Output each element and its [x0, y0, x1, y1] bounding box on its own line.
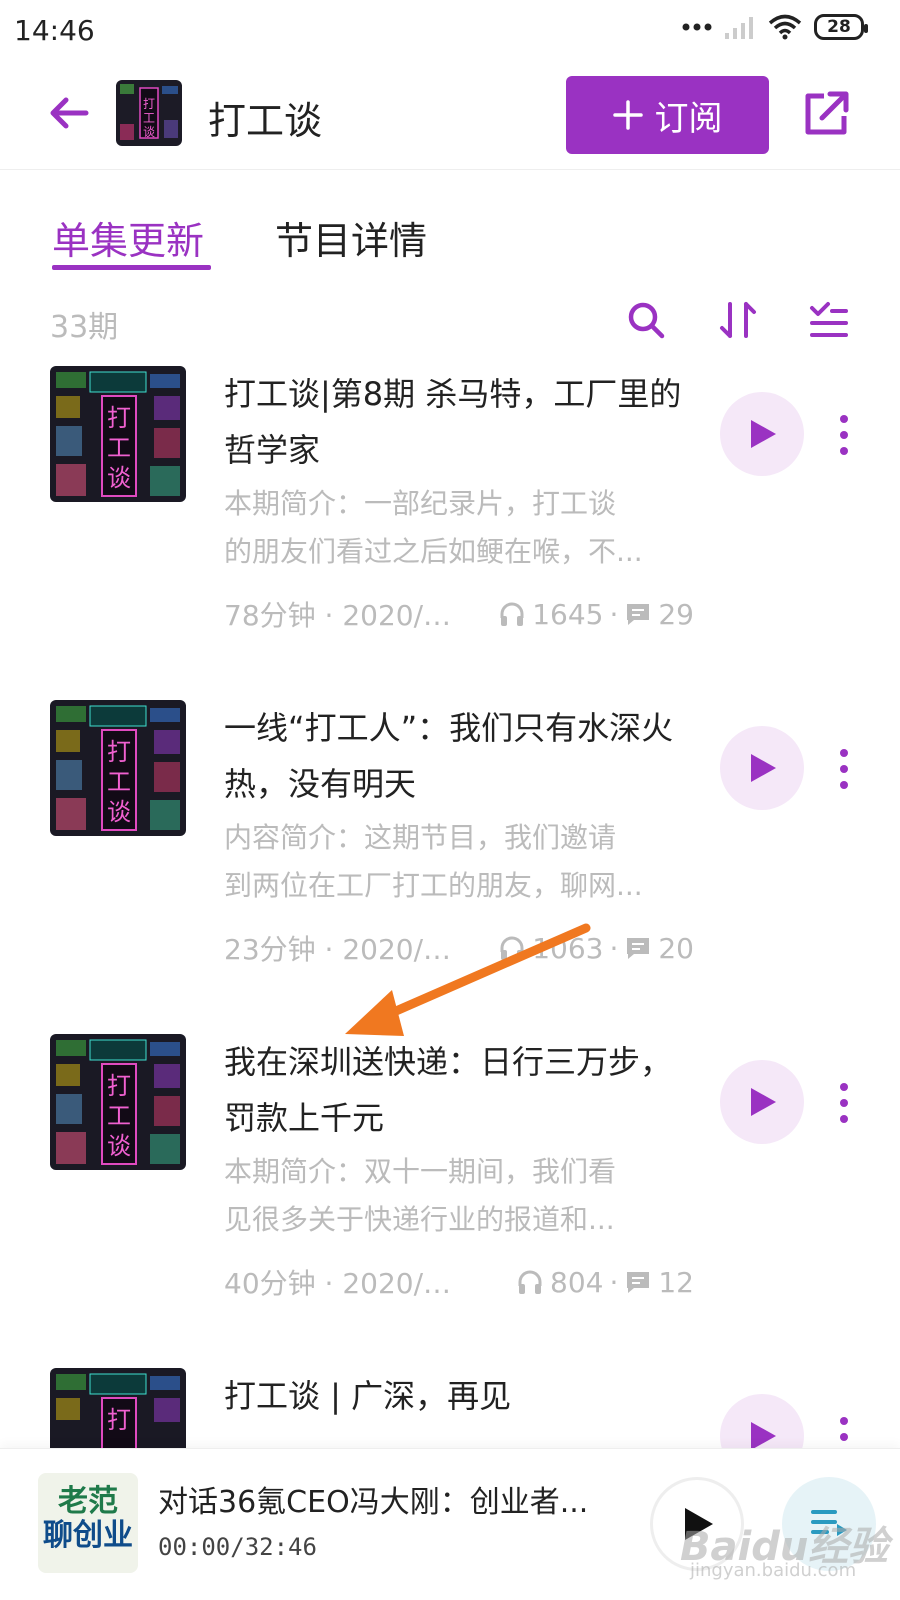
status-icons: 28: [682, 14, 868, 40]
episode-cover: 打 工 谈: [50, 366, 186, 502]
cover-char: 打: [107, 1406, 131, 1434]
episode-description-line: 本期简介：一部纪录片，打工谈: [224, 487, 617, 520]
more-options-icon[interactable]: [834, 744, 854, 794]
episode-item[interactable]: 打 工 谈 我在深圳送快递：日行三万步，罚款上千元 本期简介：双十一期间，我们看…: [0, 1034, 900, 1374]
play-icon: [751, 754, 776, 782]
episode-description: 本期简介：一部纪录片，打工谈 的朋友们看过之后如鲠在喉，不...: [224, 480, 694, 576]
cover-line-1: 老范: [58, 1484, 118, 1519]
player-title: 对话36氪CEO冯大刚：创业者...: [158, 1485, 589, 1520]
battery-level: 28: [827, 17, 851, 37]
listen-count: 1645: [532, 597, 604, 631]
comment-count: 29: [658, 597, 694, 631]
play-icon: [751, 1422, 776, 1448]
tab-details[interactable]: 节目详情: [275, 210, 427, 265]
listen-count: 1063: [532, 931, 604, 965]
episode-description: 内容简介：这期节目，我们邀请 到两位在工厂打工的朋友，聊网...: [224, 814, 694, 910]
filter-list-icon[interactable]: [806, 298, 850, 342]
svg-text:打: 打: [143, 97, 155, 111]
podcast-cover-small: 打 工 谈: [116, 80, 182, 146]
watermark-url: jingyan.baidu.com: [690, 1560, 857, 1581]
header: 打 工 谈 打工谈 订阅: [0, 62, 900, 170]
episode-description-line: 的朋友们看过之后如鲠在喉，不...: [224, 535, 643, 568]
episode-description: 本期简介：双十一期间，我们看 见很多关于快递行业的报道和...: [224, 1148, 694, 1244]
play-button[interactable]: [720, 392, 804, 476]
cover-char: 工: [107, 1102, 131, 1130]
episode-description-line: 见很多关于快递行业的报道和...: [224, 1203, 615, 1236]
meta-separator: ·: [609, 597, 619, 631]
comment-count: 12: [658, 1265, 694, 1299]
episode-cover: 打 工 谈: [50, 700, 186, 836]
search-icon[interactable]: [624, 298, 668, 342]
signal-icon: [725, 17, 753, 39]
episode-duration-date: 40分钟 · 2020/11/...: [224, 1267, 456, 1300]
episode-cover: 打 工 谈: [50, 1034, 186, 1170]
dots-icon: [682, 23, 712, 31]
episode-description-line: 内容简介：这期节目，我们邀请: [224, 821, 617, 854]
comment-icon: [627, 1272, 650, 1293]
headphones-icon: [500, 936, 524, 960]
episode-count: 33期: [50, 310, 119, 345]
player-cover: 老范 聊创业: [38, 1473, 138, 1573]
episode-title[interactable]: 我在深圳送快递：日行三万步，罚款上千元: [224, 1034, 694, 1146]
episode-duration-date: 23分钟 · 2020/1...: [224, 933, 456, 966]
play-icon: [751, 420, 776, 448]
episode-title[interactable]: 一线“打工人”：我们只有水深火热，没有明天: [224, 700, 694, 812]
tab-active-indicator: [52, 265, 211, 270]
comment-count: 20: [658, 931, 694, 965]
comment-icon: [627, 938, 650, 959]
meta-separator: ·: [609, 1265, 619, 1299]
comment-icon: [627, 604, 650, 625]
cover-char: 谈: [107, 464, 131, 492]
cover-char: 打: [107, 738, 131, 766]
cover-char: 打: [107, 404, 131, 432]
player-time: 00:00/32:46: [158, 1533, 317, 1561]
more-options-icon[interactable]: [834, 1078, 854, 1128]
play-button[interactable]: [720, 1060, 804, 1144]
wifi-icon: [768, 14, 802, 40]
episode-title[interactable]: 打工谈|第8期 杀马特，工厂里的哲学家: [224, 366, 694, 478]
play-button[interactable]: [720, 726, 804, 810]
plus-icon: [612, 100, 643, 130]
back-arrow-icon[interactable]: [44, 88, 94, 138]
cover-char: 工: [107, 434, 131, 462]
episode-meta: 23分钟 · 2020/1... 1063 · 20: [224, 928, 694, 968]
svg-text:谈: 谈: [143, 125, 155, 139]
subscribe-label: 订阅: [654, 98, 723, 139]
more-options-icon[interactable]: [834, 1412, 854, 1448]
listen-count: 804: [550, 1265, 604, 1299]
cover-line-2: 聊创业: [43, 1518, 133, 1553]
play-button[interactable]: [720, 1394, 804, 1448]
episode-cover: 打: [50, 1368, 186, 1448]
episode-meta: 40分钟 · 2020/11/... 804 · 12: [224, 1262, 694, 1302]
episode-item[interactable]: 打 工 谈 打工谈|第8期 杀马特，工厂里的哲学家 本期简介：一部纪录片，打工谈…: [0, 366, 900, 706]
headphones-icon: [500, 602, 524, 626]
episode-title[interactable]: 打工谈 | 广深，再见: [224, 1368, 694, 1424]
battery-icon: 28: [814, 14, 868, 40]
sort-icon[interactable]: [716, 298, 760, 342]
tab-episodes[interactable]: 单集更新: [52, 210, 204, 265]
episode-description-line: 到两位在工厂打工的朋友，聊网...: [224, 869, 643, 902]
episode-item[interactable]: 打 打工谈 | 广深，再见: [0, 1368, 900, 1448]
status-bar: 14:46 28: [0, 0, 900, 62]
subscribe-button[interactable]: 订阅: [566, 76, 769, 154]
share-icon[interactable]: [800, 88, 852, 140]
episode-meta: 78分钟 · 2020/1... 1645 · 29: [224, 594, 694, 634]
headphones-icon: [518, 1270, 542, 1294]
cover-char: 工: [107, 768, 131, 796]
svg-text:工: 工: [143, 111, 155, 125]
episode-item[interactable]: 打 工 谈 一线“打工人”：我们只有水深火热，没有明天 内容简介：这期节目，我们…: [0, 700, 900, 1040]
episode-description-line: 本期简介：双十一期间，我们看: [224, 1155, 617, 1188]
cover-char: 谈: [107, 798, 131, 826]
episode-duration-date: 78分钟 · 2020/1...: [224, 599, 456, 632]
cover-char: 打: [107, 1072, 131, 1100]
meta-separator: ·: [609, 931, 619, 965]
cover-char: 谈: [107, 1132, 131, 1160]
status-time: 14:46: [14, 14, 95, 47]
more-options-icon[interactable]: [834, 410, 854, 460]
page-title: 打工谈: [208, 99, 323, 143]
play-icon: [751, 1088, 776, 1116]
